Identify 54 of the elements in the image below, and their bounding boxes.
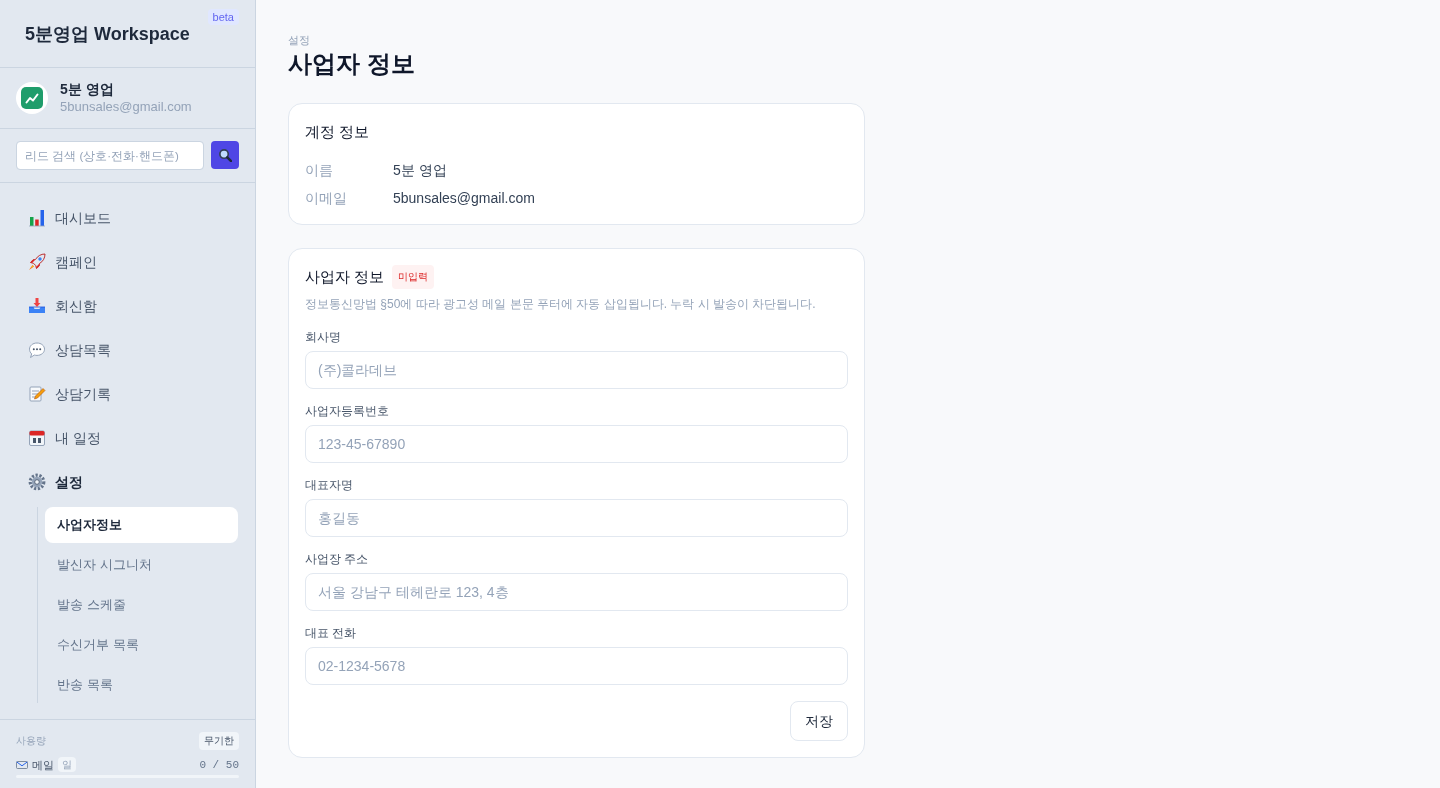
calendar-icon: [28, 429, 46, 447]
field-label: 사업장 주소: [305, 551, 370, 568]
field-label: 사업자등록번호: [305, 403, 390, 420]
plan-badge: 무기한: [199, 731, 239, 750]
search-button[interactable]: [211, 141, 239, 169]
card-description: 정보통신망법 §50에 따라 광고성 메일 본문 푸터에 자동 삽입됩니다. 누락 시 발송이 차단됩니다.: [305, 296, 817, 313]
memo-pencil-icon: [28, 385, 46, 403]
profile-email: 5bunsales@gmail.com: [60, 98, 192, 116]
usage-name: 메일: [32, 757, 54, 773]
usage-label: 사용량: [16, 734, 46, 748]
text-input[interactable]: (주)콜라데브: [305, 351, 848, 389]
app-title: 5분영업 Workspace: [25, 22, 190, 46]
subnav-item[interactable]: 사업자정보: [45, 507, 238, 543]
field-label: 대표 전화: [305, 625, 358, 642]
field-label: 대표자명: [305, 477, 354, 494]
beta-badge: beta: [207, 9, 239, 25]
search-field[interactable]: 리드 검색 (상호·전화·핸드폰): [16, 141, 204, 170]
nav-item[interactable]: 내 일정: [28, 427, 101, 449]
subnav-item[interactable]: 발신자 시그니처: [45, 547, 238, 583]
profile-name: 5분 영업: [60, 80, 115, 98]
info-value: 5분 영업: [393, 161, 447, 180]
info-label: 이메일: [305, 189, 348, 208]
subnav-item[interactable]: 발송 스케줄: [45, 587, 238, 623]
subnav-item[interactable]: 수신거부 목록: [45, 627, 238, 663]
inbox-tray-icon: [28, 297, 46, 315]
period-badge: 일: [58, 757, 76, 773]
card-title: 계정 정보: [305, 122, 371, 142]
save-button[interactable]: 저장: [790, 701, 848, 741]
nav-item[interactable]: 캠페인: [28, 251, 97, 273]
usage-count: 0 / 50: [199, 757, 239, 773]
breadcrumb-text: 설정: [288, 33, 311, 47]
info-label: 이름: [305, 161, 334, 180]
text-input[interactable]: 02-1234-5678: [305, 647, 848, 685]
card-title: 사업자 정보: [305, 267, 385, 287]
subnav-item[interactable]: 반송 목록: [45, 667, 238, 703]
nav-item[interactable]: 대시보드: [28, 207, 111, 229]
chart-avatar-icon: [16, 82, 48, 114]
info-value: 5bunsales@gmail.com: [393, 189, 535, 208]
envelope-icon: [16, 760, 28, 769]
text-input[interactable]: 홍길동: [305, 499, 848, 537]
text-input[interactable]: 서울 강남구 테헤란로 123, 4층: [305, 573, 848, 611]
search-icon: [218, 148, 232, 162]
gear-icon: [28, 473, 46, 491]
page-title: 사업자 정보: [288, 49, 416, 79]
bar-chart-icon: [28, 209, 46, 227]
status-badge: 미입력: [392, 265, 435, 289]
nav-item[interactable]: 설정: [28, 471, 83, 493]
nav-item[interactable]: 회신함: [28, 295, 97, 317]
field-label: 회사명: [305, 329, 342, 346]
nav-item[interactable]: 상담기록: [28, 383, 111, 405]
speech-bubble-icon: [28, 341, 46, 359]
rocket-icon: [28, 253, 46, 271]
nav-item[interactable]: 상담목록: [28, 339, 111, 361]
text-input[interactable]: 123-45-67890: [305, 425, 848, 463]
